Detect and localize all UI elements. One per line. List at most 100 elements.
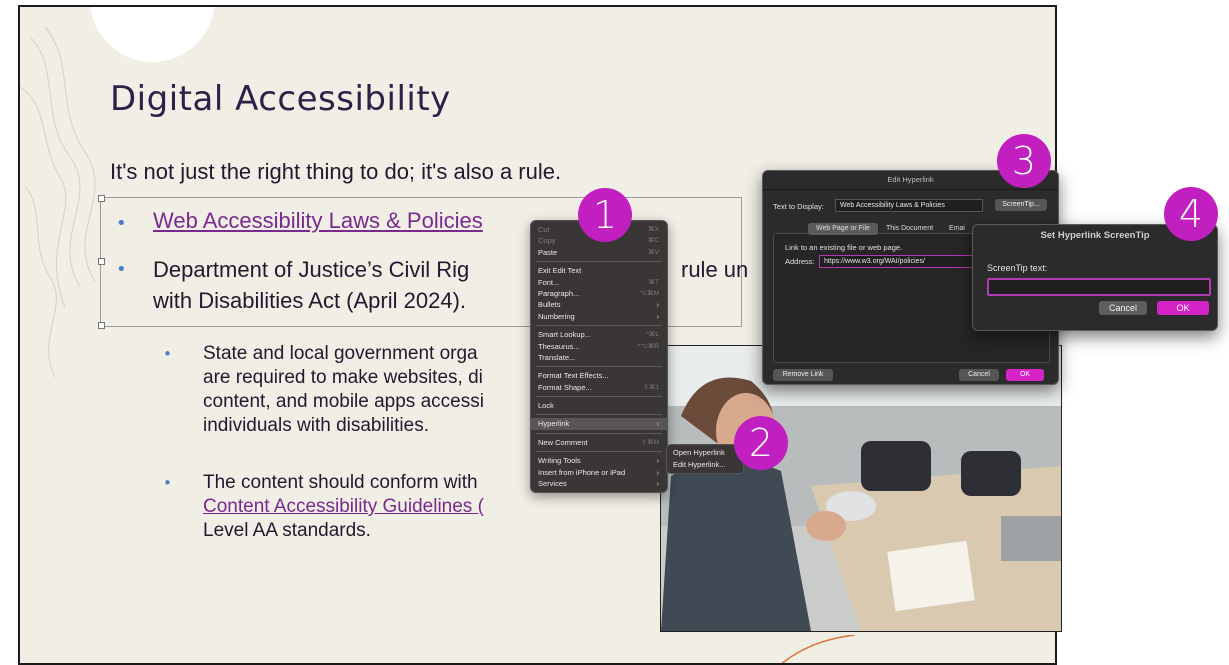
menu-shortcut: ⌘V [648,248,659,256]
menu-item-new-comment[interactable]: New Comment ⇧⌘M [531,437,667,448]
cancel-button[interactable]: Cancel [959,369,999,381]
address-label: Address: [785,257,815,266]
wcag-link[interactable]: Content Accessibility Guidelines ( [203,495,573,519]
menu-item-label: Paste [538,247,558,257]
menu-item-label: Bullets [538,300,561,310]
screentip-text-label: ScreenTip text: [987,263,1048,273]
menu-item-label: Format Shape... [538,382,592,392]
menu-item-label: Writing Tools [538,456,581,466]
context-menu[interactable]: Cut ⌘X Copy ⌘C Paste ⌘V Exit Edit Text Font... ⌘… [530,220,668,494]
sub-bullet-line: The content should conform with [203,472,478,493]
bullet-dot: • [116,259,127,280]
edit-hyperlink-item[interactable]: Edit Hyperlink... [667,459,743,471]
screentip-button[interactable]: ScreenTip... [995,199,1047,211]
menu-item-label: Translate... [538,352,576,362]
sub-bullet-wcag[interactable]: The content should conform with Content … [203,471,573,543]
menu-item-label: Paragraph... [538,288,580,298]
chevron-right-icon: › [656,456,660,466]
menu-item-label: New Comment [538,437,588,447]
menu-item-translate[interactable]: Translate... [531,352,667,363]
menu-separator [536,432,662,434]
web-accessibility-link[interactable]: Web Accessibility Laws & Policies [153,208,483,234]
menu-item-label: Cut [538,225,550,234]
menu-separator [536,396,662,398]
menu-item-format-text-effects[interactable]: Format Text Effects... [531,370,667,381]
menu-separator [536,325,662,327]
chevron-right-icon: › [656,419,660,429]
slide-title[interactable]: Digital Accessibility [110,79,451,119]
menu-item-lock[interactable]: Lock [531,400,667,411]
menu-item-label: Font... [538,277,560,287]
menu-item-exit-edit-text[interactable]: Exit Edit Text [531,265,667,276]
step-badge-2: 2 [734,416,788,470]
screentip-text-input[interactable] [987,278,1211,296]
bullet-dot: • [163,345,172,363]
decorative-orange-arc [781,635,856,663]
chevron-right-icon: › [656,479,660,489]
sub-bullet-line: content, and mobile apps accessi [203,391,484,412]
text-to-display-field[interactable]: Web Accessibility Laws & Policies [835,199,983,212]
menu-item-label: Hyperlink [538,419,570,429]
menu-separator [536,261,662,263]
resize-handle[interactable] [98,195,105,202]
menu-shortcut: ^⌥⌘R [637,342,659,350]
menu-shortcut: ⌘T [648,278,659,286]
menu-item-smart-lookup[interactable]: Smart Lookup... ^⌘L [531,329,667,340]
tab-email[interactable]: Emai [941,223,973,235]
sub-bullet-line: Level AA standards. [203,520,371,541]
sub-bullet-line: are required to make websites, di [203,367,483,388]
menu-separator [536,451,662,453]
menu-separator [536,366,662,368]
address-field[interactable]: https://www.w3.org/WAI/policies/ [819,255,979,268]
sub-bullet-line: individuals with disabilities. [203,415,429,436]
tab-this-document[interactable]: This Document [878,223,941,235]
bullet-dot: • [163,474,172,492]
menu-item-paste[interactable]: Paste ⌘V [531,247,667,258]
text-to-display-label: Text to Display: [773,202,824,211]
menu-item-label: Services [538,479,567,489]
menu-shortcut: ⇧⌘1 [643,383,659,391]
menu-item-label: Insert from iPhone or iPad [538,467,626,477]
step-badge-3: 3 [997,134,1051,188]
remove-link-button[interactable]: Remove Link [773,369,833,381]
resize-handle[interactable] [98,258,105,265]
menu-item-writing-tools[interactable]: Writing Tools › [531,455,667,466]
menu-shortcut: ^⌘L [645,331,659,339]
photo-person-using-assistive-device [660,345,1062,632]
menu-item-label: Exit Edit Text [538,266,582,276]
step-badge-4: 4 [1164,187,1218,241]
menu-item-numbering[interactable]: Numbering › [531,311,667,322]
menu-item-label: Lock [538,401,554,411]
menu-shortcut: ⌥⌘M [639,289,659,297]
open-hyperlink-item[interactable]: Open Hyperlink [667,447,743,459]
menu-item-font[interactable]: Font... ⌘T [531,277,667,288]
link-hint: Link to an existing file or web page. [785,243,903,252]
chevron-right-icon: › [656,311,660,321]
menu-item-format-shape[interactable]: Format Shape... ⇧⌘1 [531,382,667,393]
bullet-dot: • [116,213,127,234]
hyperlink-submenu[interactable]: Open Hyperlink Edit Hyperlink... [666,444,744,474]
menu-item-insert-from-iphone-or-ipad[interactable]: Insert from iPhone or iPad › [531,467,667,478]
menu-item-hyperlink[interactable]: Hyperlink › [531,418,667,430]
step-badge-1: 1 [578,188,632,242]
ok-button[interactable]: OK [1006,369,1044,381]
menu-item-paragraph[interactable]: Paragraph... ⌥⌘M [531,288,667,299]
menu-shortcut: ⇧⌘M [641,438,659,446]
slide-subtitle[interactable]: It's not just the right thing to do; it'… [110,159,561,185]
menu-item-label: Smart Lookup... [538,330,591,340]
resize-handle[interactable] [98,322,105,329]
menu-item-services[interactable]: Services › [531,478,667,489]
menu-item-thesaurus[interactable]: Thesaurus... ^⌥⌘R [531,341,667,352]
menu-item-label: Thesaurus... [538,341,580,351]
set-hyperlink-screentip-dialog[interactable]: Set Hyperlink ScreenTip ScreenTip text: … [972,224,1218,331]
sub-bullet-line: State and local government orga [203,343,478,364]
ok-button[interactable]: OK [1157,301,1209,315]
menu-item-label: Copy [538,236,556,246]
sub-bullet-state-local[interactable]: State and local government orga are requ… [203,342,573,438]
cancel-button[interactable]: Cancel [1099,301,1147,315]
tab-web-page-or-file[interactable]: Web Page or File [808,223,878,235]
chevron-right-icon: › [656,300,660,310]
menu-item-bullets[interactable]: Bullets › [531,299,667,310]
bullet-doj-tail: rule un [681,257,749,282]
link-type-tabs[interactable]: Web Page or File This Document Emai [808,223,973,235]
